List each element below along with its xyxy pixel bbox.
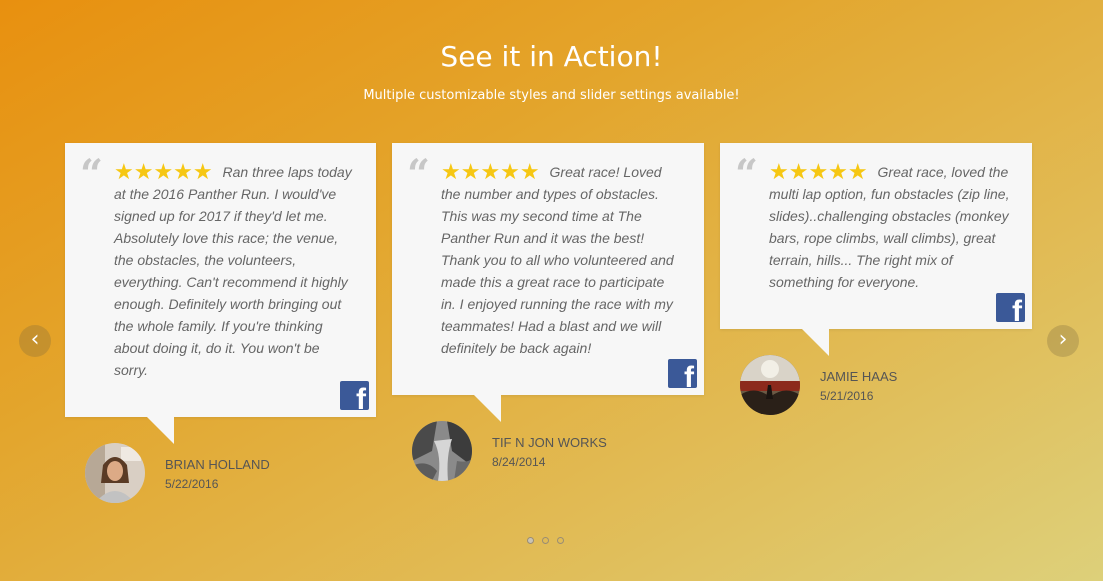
review-text: Great race! Loved the number and types o… [441, 164, 674, 356]
review-text-container: ★★★★★ Ran three laps today at the 2016 P… [114, 161, 354, 381]
author-name: TIF N JON WORKS [492, 435, 607, 450]
chevron-right-icon: › [1058, 327, 1068, 352]
section-subtitle: Multiple customizable styles and slider … [363, 88, 740, 103]
facebook-icon[interactable]: f [340, 381, 369, 410]
review-card: “ ★★★★★ Great race, loved the multi lap … [720, 143, 1032, 356]
pagination-dot[interactable] [542, 537, 549, 544]
section-title: See it in Action! [440, 40, 663, 73]
review-date: 8/24/2014 [492, 455, 546, 469]
review-text: Ran three laps today at the 2016 Panther… [114, 164, 352, 378]
quote-icon: “ [80, 151, 104, 198]
review-card: “ ★★★★★ Ran three laps today at the 2016… [65, 143, 376, 444]
star-rating: ★★★★★ [441, 159, 540, 184]
review-date: 5/21/2016 [820, 389, 874, 403]
review-text-container: ★★★★★ Great race! Loved the number and t… [441, 161, 682, 359]
review-date: 5/22/2016 [165, 477, 219, 491]
avatar [412, 421, 472, 481]
quote-icon: “ [735, 151, 759, 198]
star-rating: ★★★★★ [769, 159, 868, 184]
star-rating: ★★★★★ [114, 159, 213, 184]
prev-arrow-button[interactable]: ‹ [19, 325, 51, 357]
pagination-dots [527, 531, 572, 549]
author-name: JAMIE HAAS [820, 369, 898, 384]
chevron-left-icon: ‹ [30, 327, 40, 352]
author-name: BRIAN HOLLAND [165, 457, 270, 472]
pagination-dot[interactable] [557, 537, 564, 544]
facebook-icon[interactable]: f [668, 359, 697, 388]
avatar [85, 443, 145, 503]
review-card: “ ★★★★★ Great race! Loved the number and… [392, 143, 704, 422]
pagination-dot[interactable] [527, 537, 534, 544]
review-text: Great race, loved the multi lap option, … [769, 164, 1010, 290]
review-text-container: ★★★★★ Great race, loved the multi lap op… [769, 161, 1010, 293]
avatar [740, 355, 800, 415]
quote-icon: “ [407, 151, 431, 198]
facebook-icon[interactable]: f [996, 293, 1025, 322]
next-arrow-button[interactable]: › [1047, 325, 1079, 357]
